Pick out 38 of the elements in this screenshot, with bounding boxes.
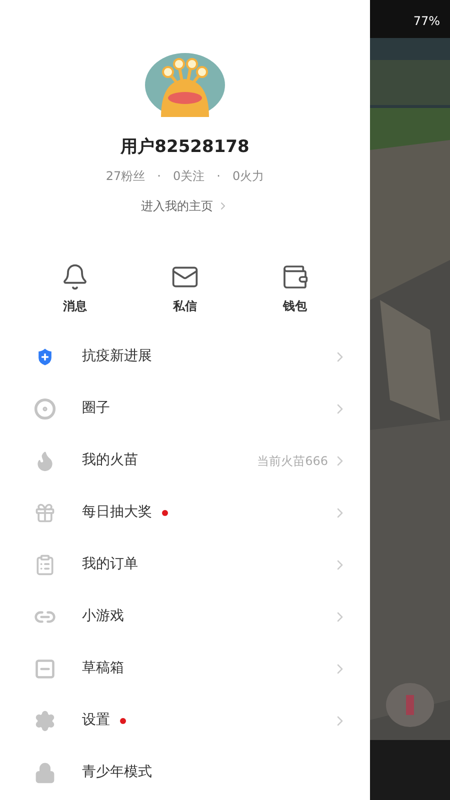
stat-text[interactable]: 0火力	[232, 166, 264, 184]
menu-label: 我的订单	[82, 555, 138, 574]
menu-item[interactable]: 设置	[0, 694, 370, 746]
quick-action-button[interactable]: 钱包	[260, 262, 330, 314]
avatar-drawing[interactable]	[145, 53, 225, 117]
quick-action-button[interactable]: 消息	[40, 262, 110, 314]
drafts-icon	[34, 658, 56, 680]
separator-dot: ·	[157, 168, 161, 184]
stat-text[interactable]: 0关注	[173, 166, 205, 184]
menu-label: 青少年模式	[82, 763, 152, 782]
menu-label: 我的火苗	[82, 451, 138, 470]
lock-icon	[34, 762, 56, 784]
menu-label: 设置	[82, 711, 110, 730]
wallet-icon	[281, 262, 309, 290]
menu-label: 每日抽大奖	[82, 503, 152, 522]
menu-label: 圈子	[82, 399, 110, 418]
circle-icon	[34, 398, 56, 420]
battery-percentage: 77%	[413, 13, 440, 30]
menu-item[interactable]: 小游戏	[0, 590, 370, 642]
menu-item[interactable]: 我的订单	[0, 538, 370, 590]
user-name: 用户82528178	[120, 136, 250, 159]
gift-icon	[34, 502, 56, 524]
menu-item[interactable]: 我的火苗 当前火苗666	[0, 434, 370, 486]
separator-dot: ·	[216, 168, 220, 184]
menu-label: 草稿箱	[82, 659, 124, 678]
menu-item[interactable]: 每日抽大奖	[0, 486, 370, 538]
menu-item[interactable]: 抗疫新进展	[0, 330, 370, 382]
menu-label: 抗疫新进展	[82, 347, 152, 366]
menu-item[interactable]: 圈子	[0, 382, 370, 434]
quick-action-button[interactable]: 私信	[150, 262, 220, 314]
menu-item[interactable]: 草稿箱	[0, 642, 370, 694]
stat-text[interactable]: 27粉丝	[106, 166, 146, 184]
profile-home-link[interactable]: 进入我的主页	[141, 196, 229, 214]
clipboard-icon	[34, 554, 56, 576]
menu-hint: 当前火苗666	[257, 452, 328, 470]
bell-icon	[61, 262, 89, 290]
menu-label: 小游戏	[82, 607, 124, 626]
menu-item[interactable]: 青少年模式	[0, 746, 370, 798]
